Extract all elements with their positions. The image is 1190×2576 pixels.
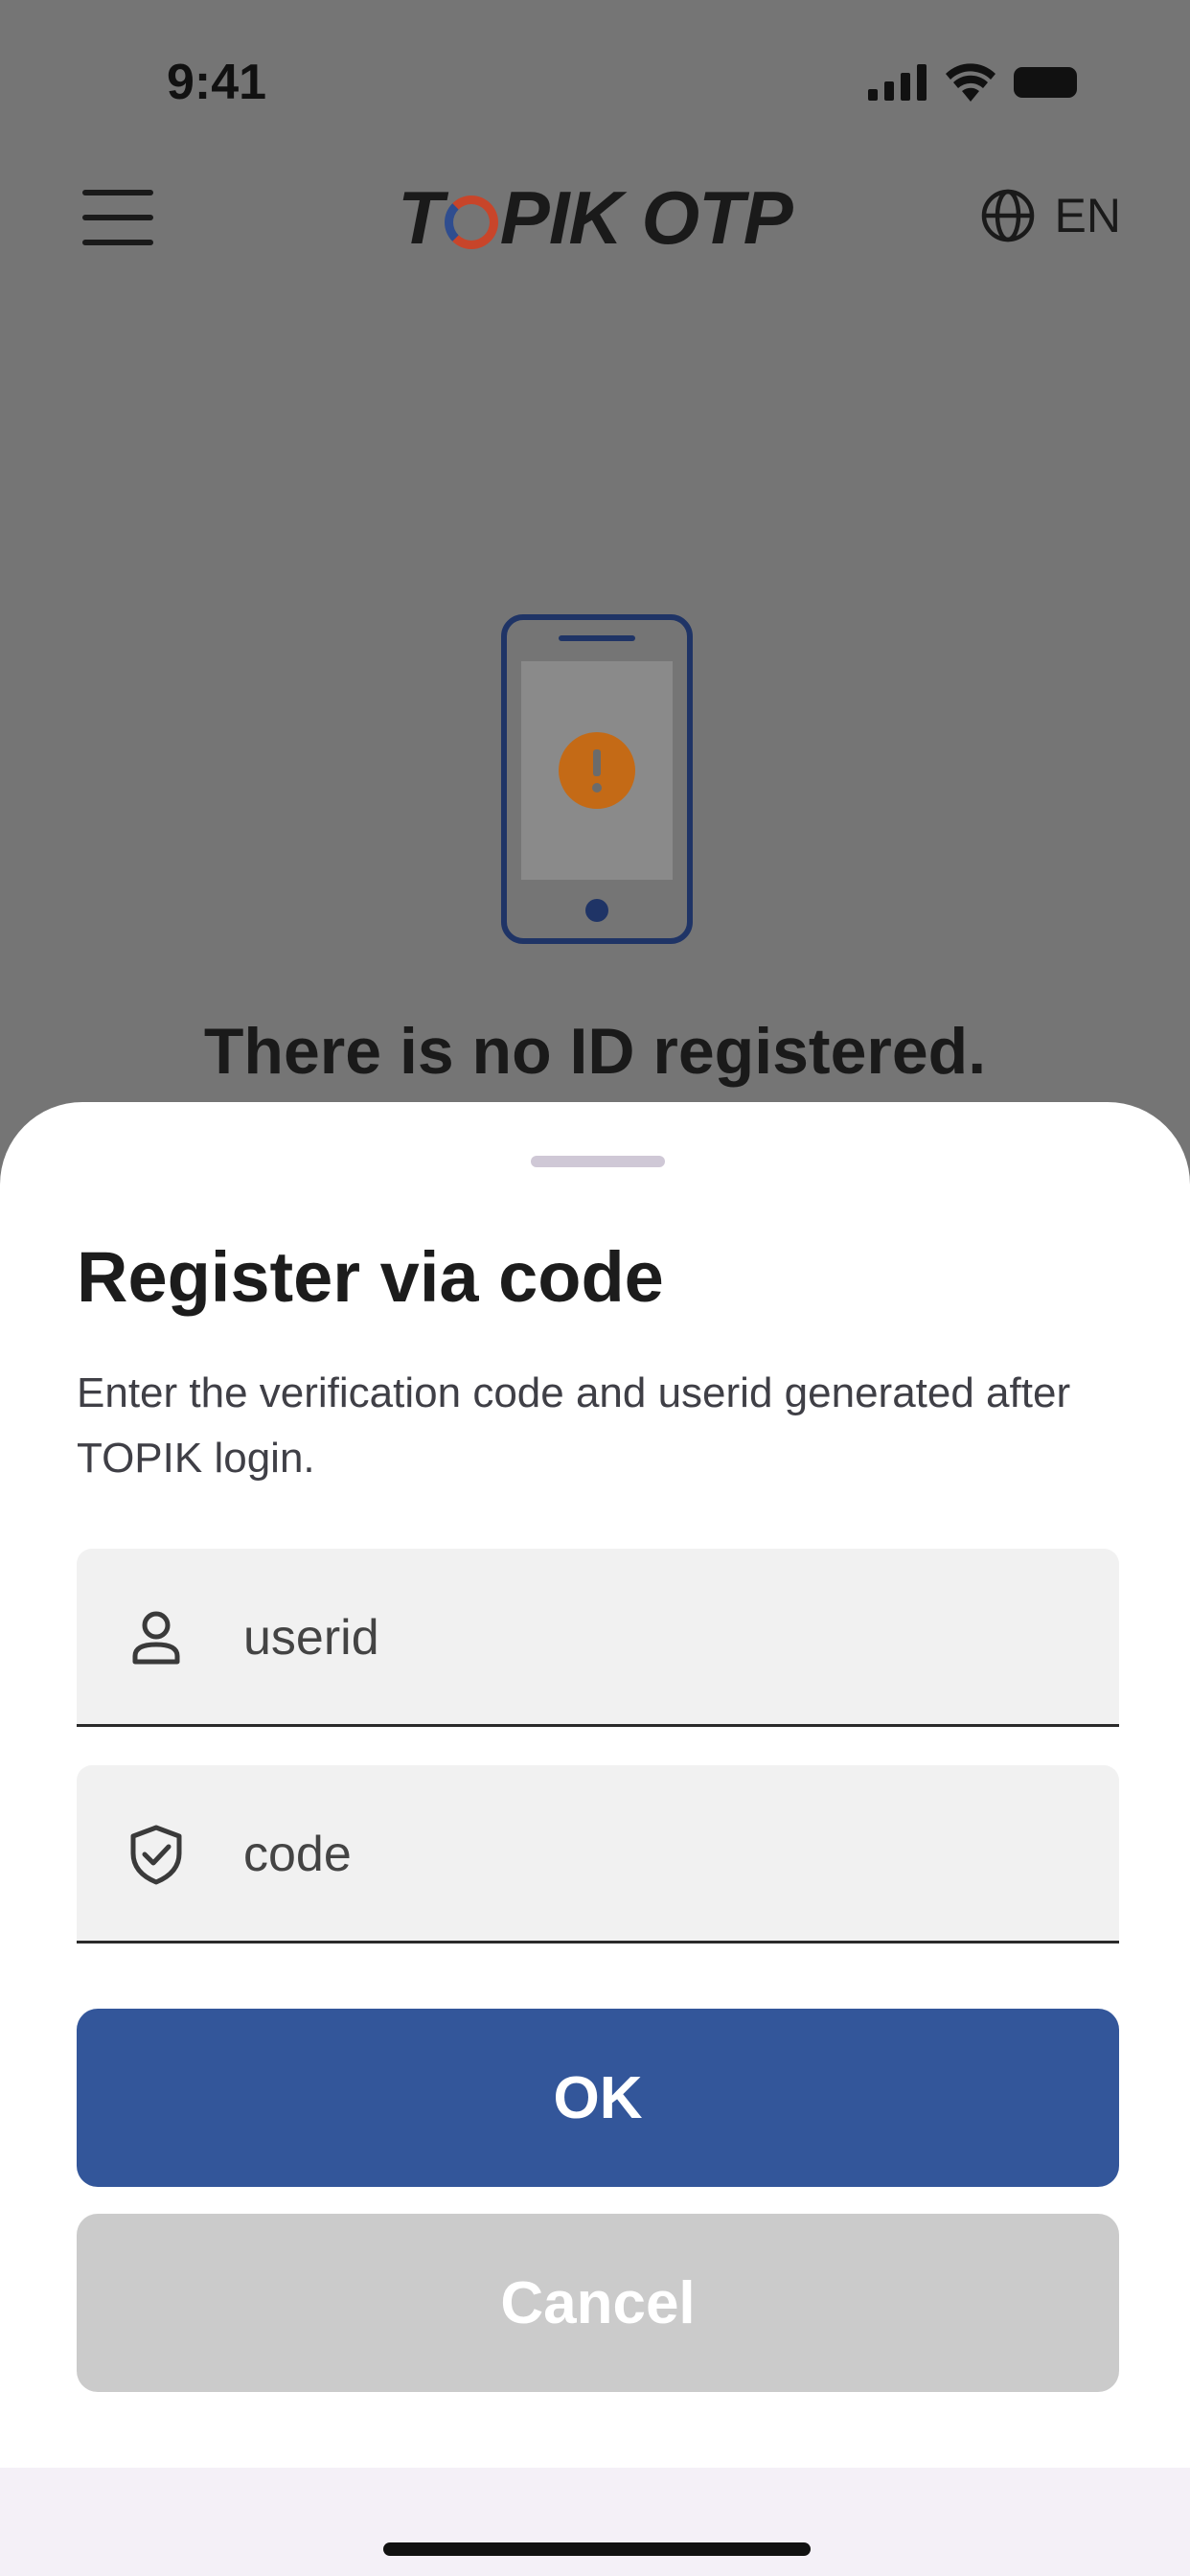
language-label: EN — [1054, 189, 1121, 242]
shield-check-icon — [130, 1825, 182, 1885]
language-selector[interactable]: EN — [980, 188, 1121, 243]
sheet-title: Register via code — [77, 1237, 664, 1317]
status-icons — [868, 63, 1077, 102]
empty-state-title: There is no ID registered. — [203, 1015, 987, 1088]
userid-input[interactable] — [241, 1549, 1088, 1726]
phone-warning-icon — [501, 614, 693, 944]
code-input[interactable] — [241, 1765, 1088, 1943]
home-indicator-area — [0, 2468, 1190, 2576]
ok-button[interactable]: OK — [77, 2009, 1119, 2187]
app-header: T PIK OTP EN — [0, 163, 1190, 278]
userid-field — [77, 1549, 1119, 1727]
logo-text-suffix: PIK OTP — [499, 175, 793, 260]
person-icon — [132, 1611, 180, 1665]
globe-icon — [981, 189, 1034, 242]
status-bar: 9:41 — [0, 0, 1190, 153]
register-bottom-sheet: Register via code Enter the verification… — [0, 1102, 1190, 2468]
home-indicator[interactable] — [383, 2542, 811, 2556]
battery-icon — [1014, 67, 1077, 98]
code-field — [77, 1765, 1119, 1944]
sheet-description: Enter the verification code and userid g… — [77, 1369, 1071, 1482]
wifi-icon — [946, 63, 995, 102]
logo-o-mark — [444, 196, 498, 249]
cancel-button[interactable]: Cancel — [77, 2214, 1119, 2392]
signal-icon — [868, 64, 927, 101]
logo-text-prefix: T — [398, 175, 444, 260]
sheet-grabber[interactable] — [531, 1156, 665, 1167]
status-time: 9:41 — [167, 55, 267, 110]
